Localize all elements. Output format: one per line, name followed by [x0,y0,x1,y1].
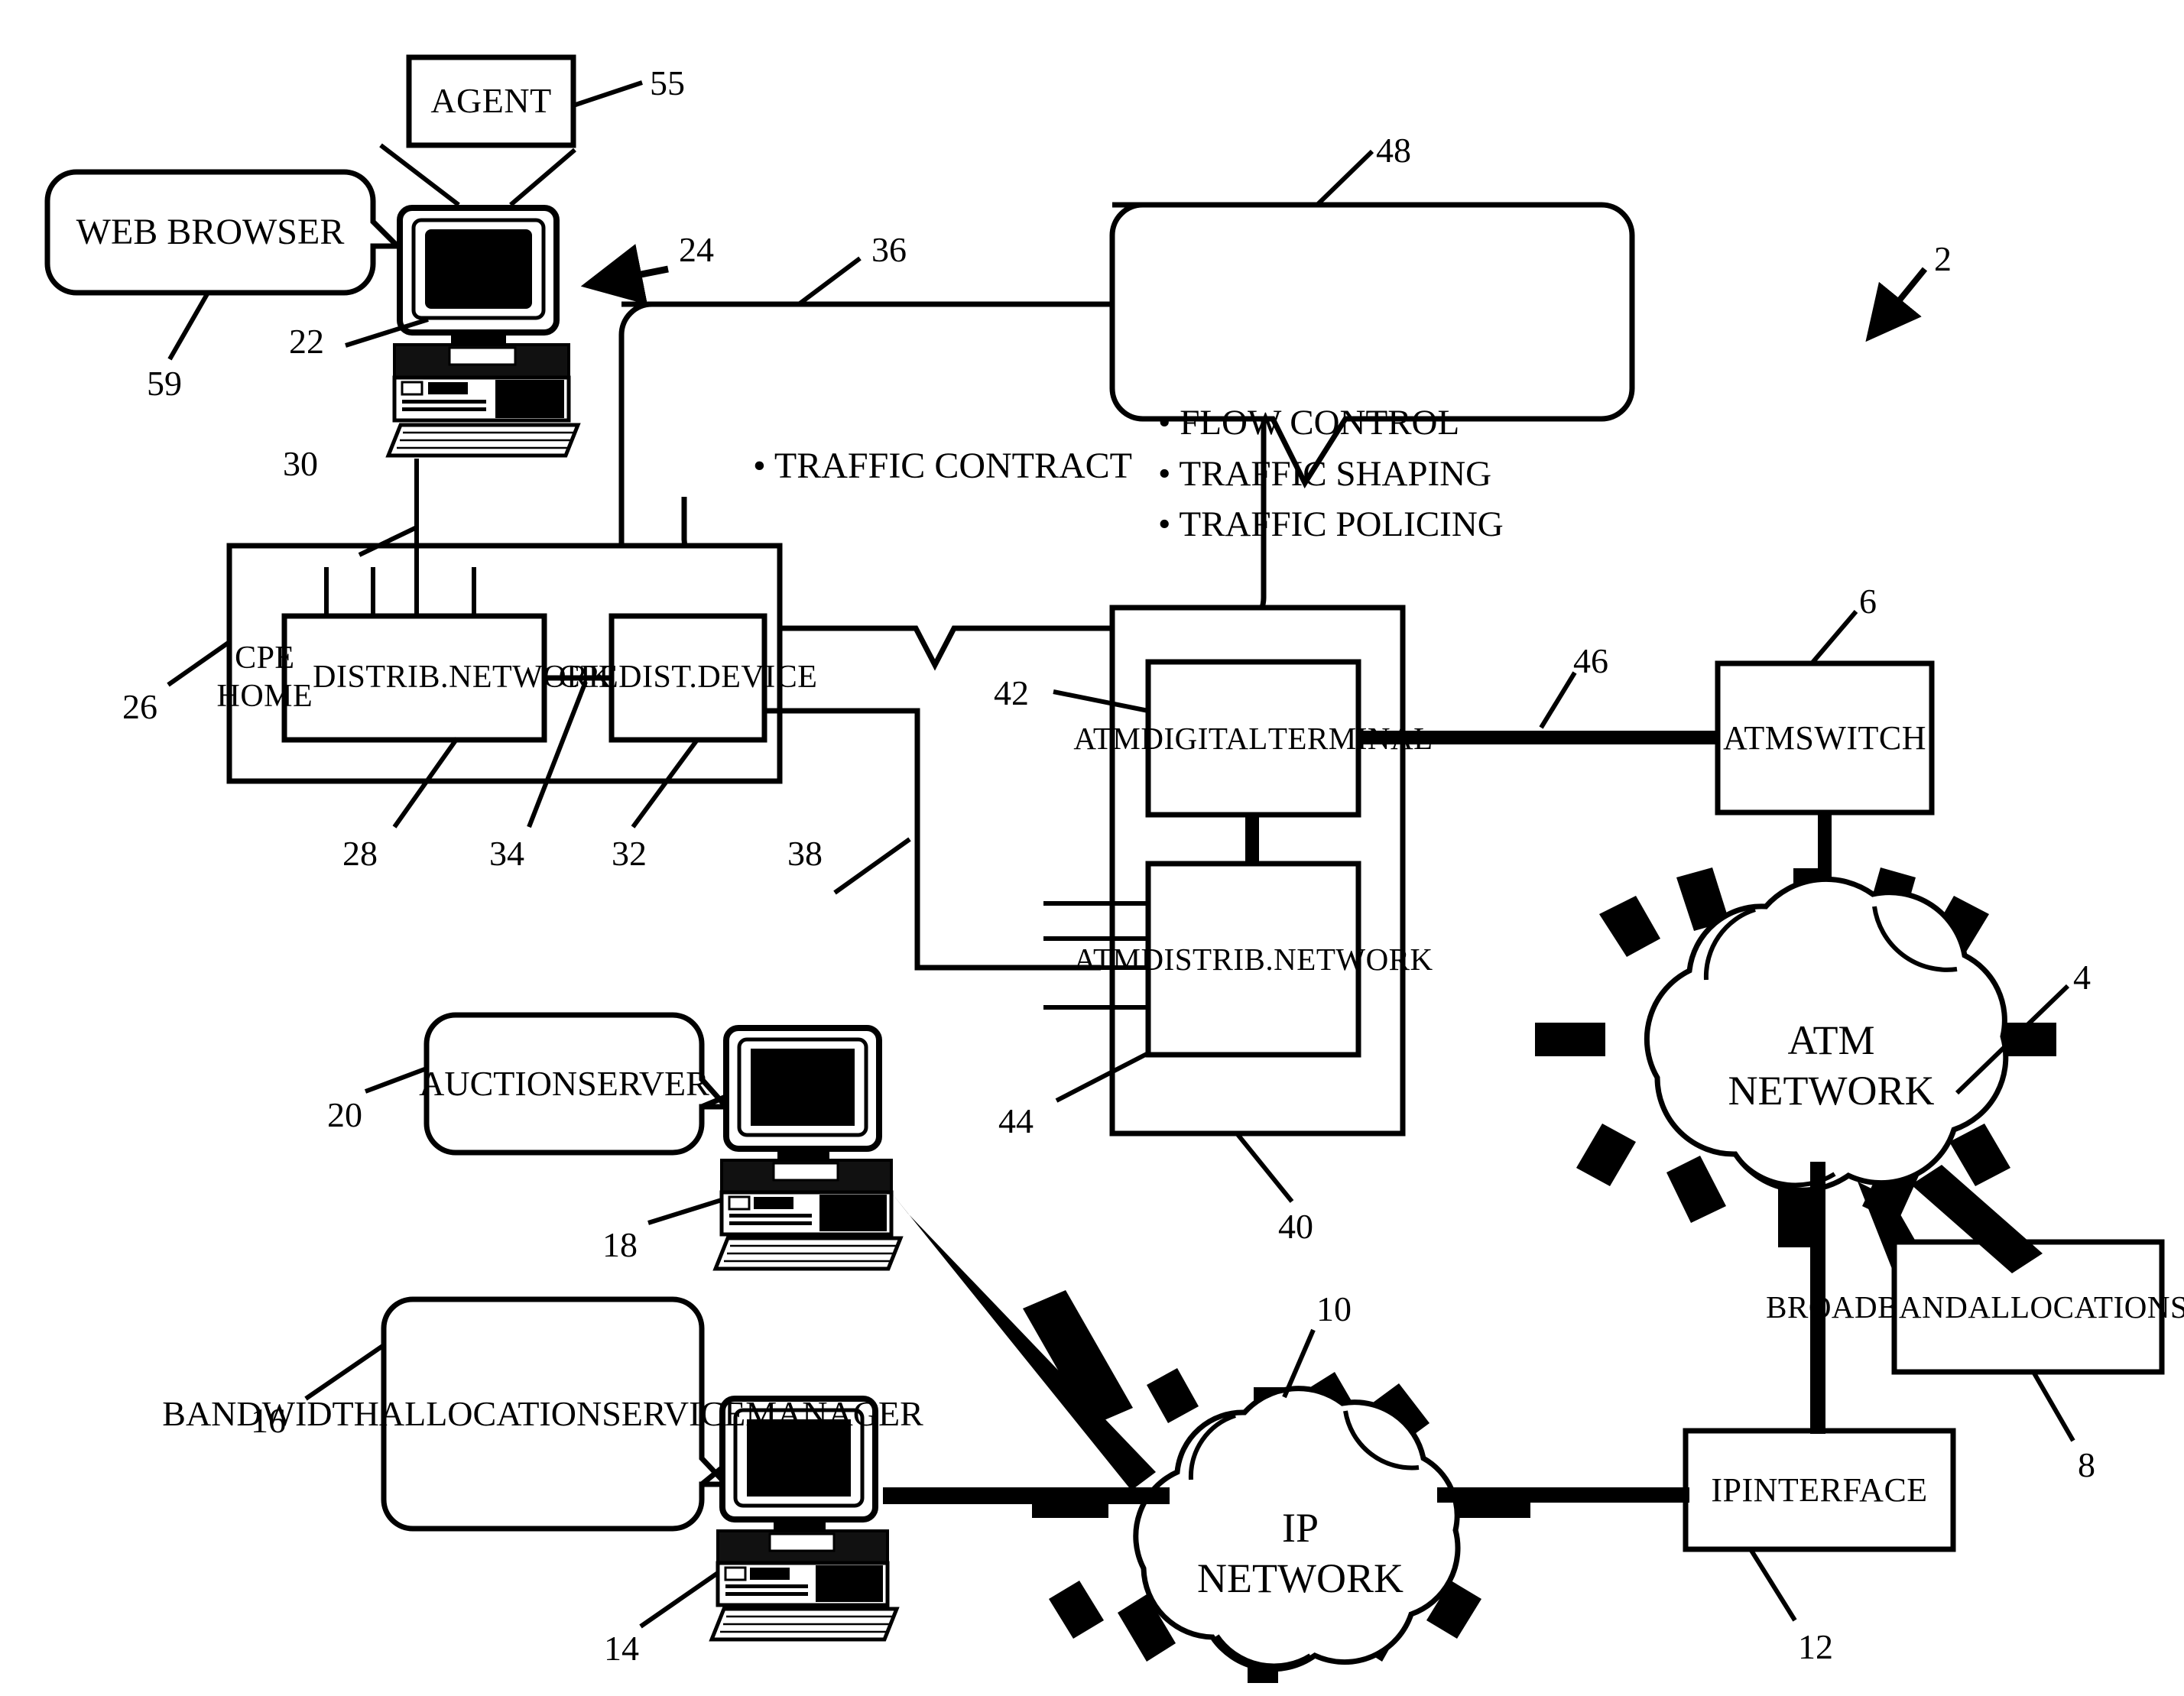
atm-functions-bubble-label: • FLOW CONTROL • TRAFFIC SHAPING • TRAFF… [1158,403,1504,545]
ip-network-line-2: NETWORK [1197,1555,1404,1601]
leader-6 [1809,610,1858,665]
ref-59: 59 [147,364,182,403]
leader-20 [364,1066,428,1094]
atm-internal-link [1245,815,1259,864]
ref-55: 55 [650,63,685,102]
leader-38 [833,837,911,895]
leader-55 [573,80,643,108]
bandwidth-manager-bubble-label: BANDWIDTH ALLOCATION SERVICE MANAGER [162,1394,923,1434]
ref-12: 12 [1798,1627,1833,1666]
ip-interface-label: IP INTERFACE [1711,1471,1928,1509]
leader-8 [2031,1370,2075,1442]
bandwidth-to-ip-link [883,1487,1170,1504]
ref-44: 44 [998,1101,1034,1140]
ref-40: 40 [1278,1207,1313,1246]
leader-18 [647,1198,722,1225]
ref-34: 34 [489,834,524,873]
agent-box-label: AGENT [430,81,552,121]
user-terminal-computer [385,205,581,458]
atm-distrib-network-label: ATM DISTRIB. NETWORK [1073,941,1433,977]
ref-16: 16 [251,1401,286,1440]
ref-20: 20 [327,1095,362,1134]
ref-24: 24 [679,230,714,269]
ref-30: 30 [283,444,318,483]
ref-28: 28 [342,834,378,873]
atm-network-line-1: ATM [1787,1017,1875,1064]
ref-26: 26 [122,687,157,726]
ref-22: 22 [289,322,324,361]
ref-32: 32 [612,834,647,873]
leader-2-arrow [1865,267,1928,342]
ref-18: 18 [602,1225,638,1264]
ref-36: 36 [871,230,907,269]
agent-to-terminal-line [379,143,460,207]
patent-figure-canvas: AGENT WEB BROWSER • TRAFFIC CONTRACT • F… [0,0,2184,1696]
atm-network-line-2: NETWORK [1728,1068,1935,1114]
ref-14: 14 [604,1629,639,1668]
auction-server-computer [712,1025,904,1271]
ref-42: 42 [994,673,1029,712]
ref-46: 46 [1573,641,1608,680]
ip-network-line-1: IP [1281,1505,1319,1552]
ip-network-to-interface-link [1437,1487,1689,1503]
cpe-home-distrib-network-label: CPE HOME DISTRIB. NETWORK [216,640,612,714]
auction-to-ip-link [890,1191,1156,1490]
agent-to-terminal-line-2 [509,148,576,207]
auction-server-bubble-label: AUCTION SERVER [419,1064,709,1104]
leader-14 [639,1571,719,1629]
leader-36 [797,256,862,306]
ref-6: 6 [1859,582,1877,621]
leader-40 [1235,1132,1294,1203]
atm-switch-label: ATM SWITCH [1722,718,1927,757]
ref-2: 2 [1934,239,1952,278]
leader-48 [1315,149,1374,207]
leader-12 [1748,1548,1797,1622]
atm-network-cloud-label: ATM NETWORK [1657,955,2005,1177]
ip-network-cloud-label: IP NETWORK [1144,1452,1457,1655]
leader-46 [1539,671,1577,729]
ref-10: 10 [1316,1289,1352,1328]
ref-4: 4 [2073,958,2091,997]
ref-38: 38 [787,834,823,873]
cpe-dist-device-label: CPE DIST. DEVICE [558,660,818,696]
broadband-allocation-server-label: BROADBANDALLOCATIONSERVER [1766,1289,2184,1325]
atm-digital-terminal-label: ATM DIGITAL TERMINAL [1073,720,1433,756]
web-browser-bubble-label: WEB BROWSER [76,211,345,252]
ref-48: 48 [1376,131,1411,170]
leader-24-arrow [580,244,669,305]
leader-59 [167,291,210,361]
ref-8: 8 [2078,1445,2095,1484]
